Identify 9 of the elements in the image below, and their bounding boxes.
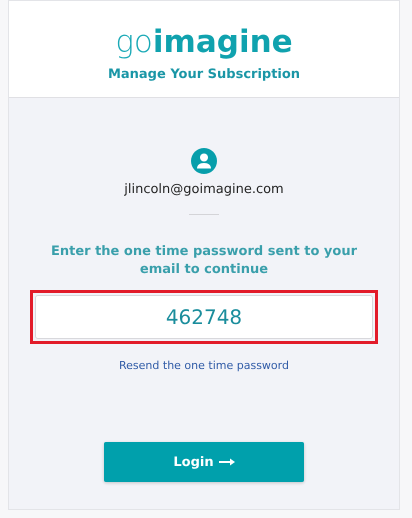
instruction-text: Enter the one time password sent to your email to continue [50, 243, 358, 279]
account-email: jlincoln@goimagine.com [124, 182, 284, 197]
password-field[interactable]: 462748 [35, 295, 373, 339]
page-title: Manage Your Subscription [108, 67, 300, 82]
login-button[interactable]: Login [104, 442, 304, 482]
logo: goimagine [115, 25, 293, 59]
resend-link[interactable]: Resend the one time password [119, 359, 289, 372]
arrow-icon [218, 458, 235, 466]
user-icon [191, 148, 217, 174]
